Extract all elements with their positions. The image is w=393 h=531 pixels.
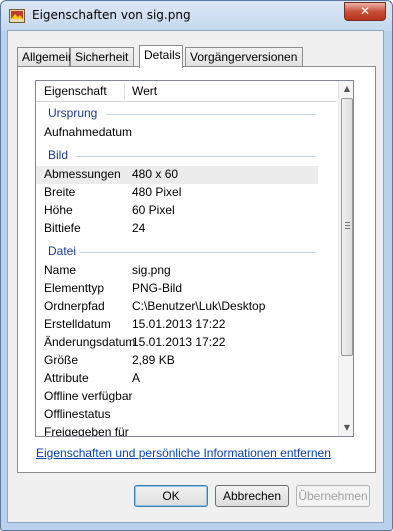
group-image: Bild — [48, 148, 69, 162]
property-value: 2,89 KB — [132, 353, 175, 367]
list-item[interactable]: Breite 480 Pixel — [36, 184, 318, 202]
group-divider — [80, 252, 316, 253]
list-item[interactable]: Freigegeben für — [36, 424, 318, 437]
list-item[interactable]: Aufnahmedatum — [36, 124, 318, 142]
list-item[interactable]: Erstelldatum 15.01.2013 17:22 — [36, 316, 318, 334]
group-file: Datei — [48, 244, 77, 258]
vertical-scrollbar[interactable]: ▲ ▼ — [338, 81, 353, 436]
property-value: 15.01.2013 17:22 — [132, 317, 226, 331]
cancel-button[interactable]: Abbrechen — [215, 485, 289, 507]
list-item[interactable]: Bittiefe 24 — [36, 220, 318, 238]
group-origin: Ursprung — [48, 106, 98, 120]
property-list[interactable]: Eigenschaft Wert Ursprung Aufnahmedatum … — [35, 80, 354, 437]
property-name: Aufnahmedatum — [44, 125, 133, 139]
scroll-up-arrow-icon[interactable]: ▲ — [340, 81, 353, 97]
close-button[interactable]: ✕ — [344, 2, 386, 21]
property-value: 480 Pixel — [132, 185, 182, 199]
property-value: 24 — [132, 221, 146, 235]
property-name: Elementtyp — [44, 281, 105, 295]
property-name: Änderungsdatum — [44, 335, 136, 349]
tab-details[interactable]: Details — [139, 45, 183, 68]
property-name: Höhe — [44, 203, 73, 217]
tab-security[interactable]: Sicherheit — [70, 47, 134, 67]
list-item[interactable]: Ordnerpfad C:\Benutzer\Luk\Desktop — [36, 298, 318, 316]
list-item[interactable]: Größe 2,89 KB — [36, 352, 318, 370]
image-file-icon — [9, 9, 25, 23]
tab-general[interactable]: Allgemein — [17, 47, 75, 67]
ok-button[interactable]: OK — [134, 485, 208, 507]
property-name: Größe — [44, 353, 79, 367]
property-value: 60 Pixel — [132, 203, 175, 217]
property-value: sig.png — [132, 263, 171, 277]
grip-icon — [345, 222, 350, 229]
list-item[interactable]: Abmessungen 480 x 60 — [36, 166, 318, 184]
list-item[interactable]: Attribute A — [36, 370, 318, 388]
list-item[interactable]: Offlinestatus — [36, 406, 318, 424]
group-divider — [106, 114, 316, 115]
property-name: Freigegeben für — [44, 425, 129, 437]
scrollbar-thumb[interactable] — [341, 98, 353, 356]
column-header-property[interactable]: Eigenschaft — [44, 84, 107, 98]
property-value: 15.01.2013 17:22 — [132, 335, 226, 349]
column-header-value[interactable]: Wert — [132, 84, 157, 98]
list-item[interactable]: Änderungsdatum 15.01.2013 17:22 — [36, 334, 318, 352]
window-title: Eigenschaften von sig.png — [32, 8, 191, 22]
property-value: C:\Benutzer\Luk\Desktop — [132, 299, 266, 313]
remove-properties-link[interactable]: Eigenschaften und persönliche Informatio… — [36, 446, 331, 460]
list-item[interactable]: Elementtyp PNG-Bild — [36, 280, 318, 298]
property-name: Attribute — [44, 371, 89, 385]
property-value: 480 x 60 — [132, 167, 179, 181]
list-item[interactable]: Offline verfügbar — [36, 388, 318, 406]
list-item[interactable]: Höhe 60 Pixel — [36, 202, 318, 220]
title-bar[interactable]: Eigenschaften von sig.png ✕ — [1, 1, 392, 31]
property-value: A — [132, 371, 141, 385]
list-item[interactable]: Name sig.png — [36, 262, 318, 280]
property-name: Abmessungen — [44, 167, 121, 181]
list-header: Eigenschaft Wert — [36, 81, 336, 102]
scroll-down-arrow-icon[interactable]: ▼ — [340, 420, 353, 436]
property-name: Erstelldatum — [44, 317, 111, 331]
group-divider — [76, 156, 316, 157]
property-name: Name — [44, 263, 77, 277]
property-name: Breite — [44, 185, 76, 199]
property-name: Bittiefe — [44, 221, 81, 235]
property-value: PNG-Bild — [132, 281, 183, 295]
property-name: Ordnerpfad — [44, 299, 105, 313]
property-name: Offlinestatus — [44, 407, 111, 421]
tab-previous-versions[interactable]: Vorgängerversionen — [185, 47, 303, 67]
column-separator[interactable] — [124, 83, 125, 100]
property-name: Offline verfügbar — [44, 389, 133, 403]
apply-button[interactable]: Übernehmen — [296, 485, 370, 507]
